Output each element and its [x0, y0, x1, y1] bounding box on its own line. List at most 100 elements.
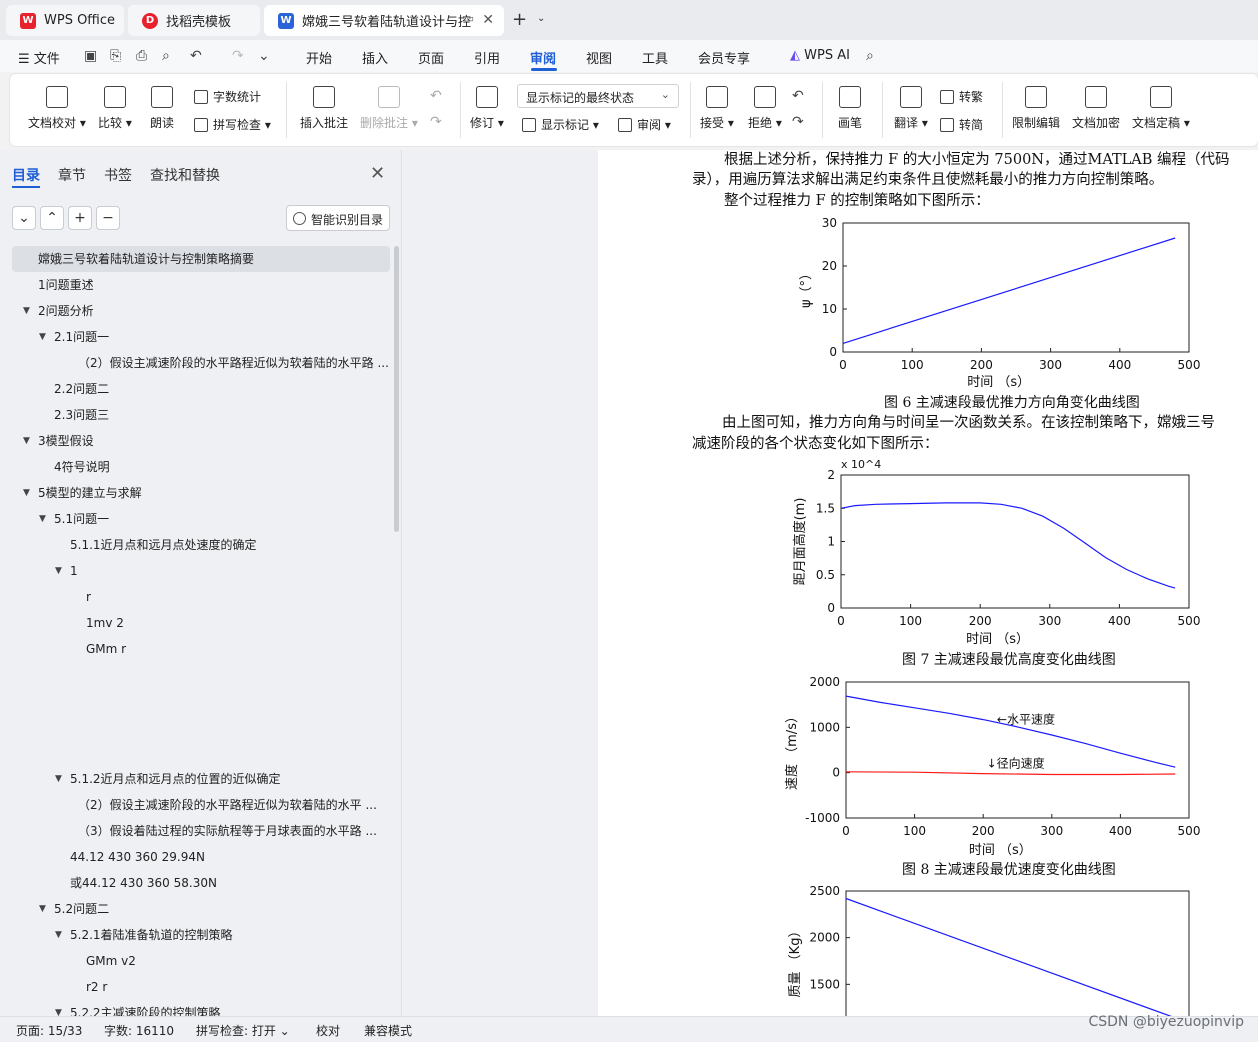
print-icon[interactable]: ⎙	[136, 48, 147, 64]
toc-item[interactable]: 4符号说明	[0, 454, 390, 480]
toc-scrollbar[interactable]	[394, 246, 399, 532]
remove-heading-button[interactable]: −	[96, 206, 120, 230]
expand-up-button[interactable]: ⌃	[40, 206, 64, 230]
toc-item[interactable]: ▼ 5.2问题二	[0, 896, 390, 922]
new-tab-icon[interactable]: +	[512, 9, 527, 30]
toc-item[interactable]: 2.3问题三	[0, 402, 390, 428]
doc-check-button[interactable]: 文档校对 ▾	[28, 86, 86, 131]
toc-item[interactable]: ▼ 5模型的建立与求解	[0, 480, 390, 506]
chevron-down-icon[interactable]: ⌄	[258, 48, 270, 64]
chevron-down-icon[interactable]: ▼	[39, 896, 46, 922]
menu-member[interactable]: 会员专享	[698, 48, 750, 67]
proof-indicator[interactable]: 校对	[316, 1022, 340, 1039]
toc-item[interactable]: GMm r	[0, 636, 390, 662]
nav-tab-bookmarks[interactable]: 书签	[104, 165, 132, 185]
toc-item[interactable]: ▼ 2问题分析	[0, 298, 390, 324]
collapse-all-button[interactable]: ⌄	[12, 206, 36, 230]
toc-item[interactable]	[0, 714, 390, 740]
toc-item[interactable]: 5.1.1近月点和远月点处速度的确定	[0, 532, 390, 558]
show-markup-button[interactable]: 显示标记 ▾	[522, 116, 599, 133]
toc-item[interactable]: 44.12 430 360 29.94N	[0, 844, 390, 870]
nav-tab-sections[interactable]: 章节	[58, 165, 86, 185]
to-simplified-button[interactable]: 转简	[940, 116, 983, 133]
chevron-down-icon[interactable]: ▼	[23, 480, 30, 506]
toc-item[interactable]: 嫦娥三号软着陆轨道设计与控制策略摘要	[12, 246, 390, 272]
accept-button[interactable]: 接受 ▾	[700, 86, 734, 131]
spell-check-indicator[interactable]: 拼写检查: 打开 ⌄	[196, 1022, 290, 1039]
menu-view[interactable]: 视图	[586, 48, 612, 67]
toc-item[interactable]: ▼ 3模型假设	[0, 428, 390, 454]
insert-comment-button[interactable]: 插入批注	[300, 86, 348, 131]
next-comment-icon[interactable]: ↷	[430, 114, 442, 130]
tab-wps-office[interactable]: W WPS Office	[6, 5, 124, 36]
spell-check-button[interactable]: 拼写检查 ▾	[194, 116, 271, 133]
redo-icon[interactable]: ↷	[232, 48, 244, 64]
save-icon[interactable]: ▣	[84, 48, 97, 64]
toc-item[interactable]: ▼ 5.2.1着陆准备轨道的控制策略	[0, 922, 390, 948]
tab-document[interactable]: W 嫦娥三号软着陆轨道设计与控 ▭ ✕	[264, 5, 504, 36]
toc-item[interactable]: GMm v2	[0, 948, 390, 974]
word-count-indicator[interactable]: 字数: 16110	[104, 1022, 174, 1039]
toc-item[interactable]: r	[0, 584, 390, 610]
page-indicator[interactable]: 页面: 15/33	[16, 1022, 82, 1039]
export-icon[interactable]: ⎘	[110, 48, 121, 64]
toc-item[interactable]: （3）假设着陆过程的实际航程等于月球表面的水平路 ...	[0, 818, 390, 844]
chevron-down-icon[interactable]: ⌄	[537, 13, 545, 24]
revise-button[interactable]: 修订 ▾	[470, 86, 504, 131]
close-icon[interactable]: ✕	[482, 12, 494, 28]
close-icon[interactable]: ✕	[370, 163, 385, 184]
reject-button[interactable]: 拒绝 ▾	[748, 86, 782, 131]
tab-docer-templates[interactable]: D 找稻壳模板	[128, 5, 260, 36]
menu-references[interactable]: 引用	[474, 48, 500, 67]
document-page[interactable]: 根据上述分析，保持推力 F 的大小恒定为 7500N，通过MATLAB 编程（代…	[598, 150, 1258, 1016]
nav-tab-toc[interactable]: 目录	[12, 165, 40, 185]
chevron-down-icon[interactable]: ▼	[55, 766, 62, 792]
nav-tab-find-replace[interactable]: 查找和替换	[150, 165, 220, 185]
monitor-icon[interactable]: ▭	[464, 12, 474, 25]
review-pane-button[interactable]: 审阅 ▾	[618, 116, 671, 133]
chevron-down-icon[interactable]: ▼	[39, 324, 46, 350]
menu-page[interactable]: 页面	[418, 48, 444, 67]
toc-item[interactable]: （2）假设主减速阶段的水平路程近似为软着陆的水平路 ...	[0, 350, 390, 376]
menu-file[interactable]: ☰ 文件	[18, 48, 60, 67]
compare-button[interactable]: 比较 ▾	[98, 86, 132, 131]
toc-item[interactable]: 2.2问题二	[0, 376, 390, 402]
toc-item[interactable]: ▼ 5.1问题一	[0, 506, 390, 532]
toc-item[interactable]: ▼ 1	[0, 558, 390, 584]
toc-item[interactable]	[0, 740, 390, 766]
chevron-down-icon[interactable]: ▼	[23, 428, 30, 454]
menu-home[interactable]: 开始	[306, 48, 332, 67]
markup-state-select[interactable]: 显示标记的最终状态 ⌄	[517, 84, 679, 108]
menu-insert[interactable]: 插入	[362, 48, 388, 67]
chevron-down-icon[interactable]: ▼	[55, 922, 62, 948]
to-traditional-button[interactable]: 转繁	[940, 88, 983, 105]
delete-comment-button[interactable]: 删除批注 ▾	[360, 86, 418, 131]
prev-comment-icon[interactable]: ↶	[430, 88, 442, 104]
menu-tools[interactable]: 工具	[642, 48, 668, 67]
menu-review[interactable]: 审阅	[530, 48, 556, 67]
toc-item[interactable]: r2 r	[0, 974, 390, 1000]
encrypt-button[interactable]: 文档加密	[1072, 86, 1120, 131]
pen-button[interactable]: 画笔	[838, 86, 862, 131]
toc-item[interactable]	[0, 662, 390, 688]
toc-item[interactable]: ▼ 2.1问题一	[0, 324, 390, 350]
undo-icon[interactable]: ↶	[190, 48, 202, 64]
toc-item[interactable]	[0, 688, 390, 714]
next-change-icon[interactable]: ↷	[792, 114, 804, 130]
toc-item[interactable]: ▼ 5.1.2近月点和远月点的位置的近似确定	[0, 766, 390, 792]
prev-change-icon[interactable]: ↶	[792, 88, 804, 104]
chevron-down-icon[interactable]: ▼	[39, 506, 46, 532]
read-aloud-button[interactable]: 朗读	[150, 86, 174, 131]
search-icon[interactable]: ⌕	[866, 48, 874, 64]
toc-item[interactable]: 1mv 2	[0, 610, 390, 636]
restrict-edit-button[interactable]: 限制编辑	[1012, 86, 1060, 131]
chevron-down-icon[interactable]: ▼	[55, 558, 62, 584]
print-preview-icon[interactable]: ⌕	[162, 48, 170, 64]
toc-item[interactable]: 或44.12 430 360 58.30N	[0, 870, 390, 896]
toc-item[interactable]: ▼ 5.2.2主减速阶段的控制策略	[0, 1000, 390, 1016]
chevron-down-icon[interactable]: ▼	[23, 298, 30, 324]
translate-button[interactable]: 翻译 ▾	[894, 86, 928, 131]
word-count-button[interactable]: 字数统计	[194, 88, 261, 105]
add-heading-button[interactable]: +	[68, 206, 92, 230]
finalize-button[interactable]: 文档定稿 ▾	[1132, 86, 1190, 131]
